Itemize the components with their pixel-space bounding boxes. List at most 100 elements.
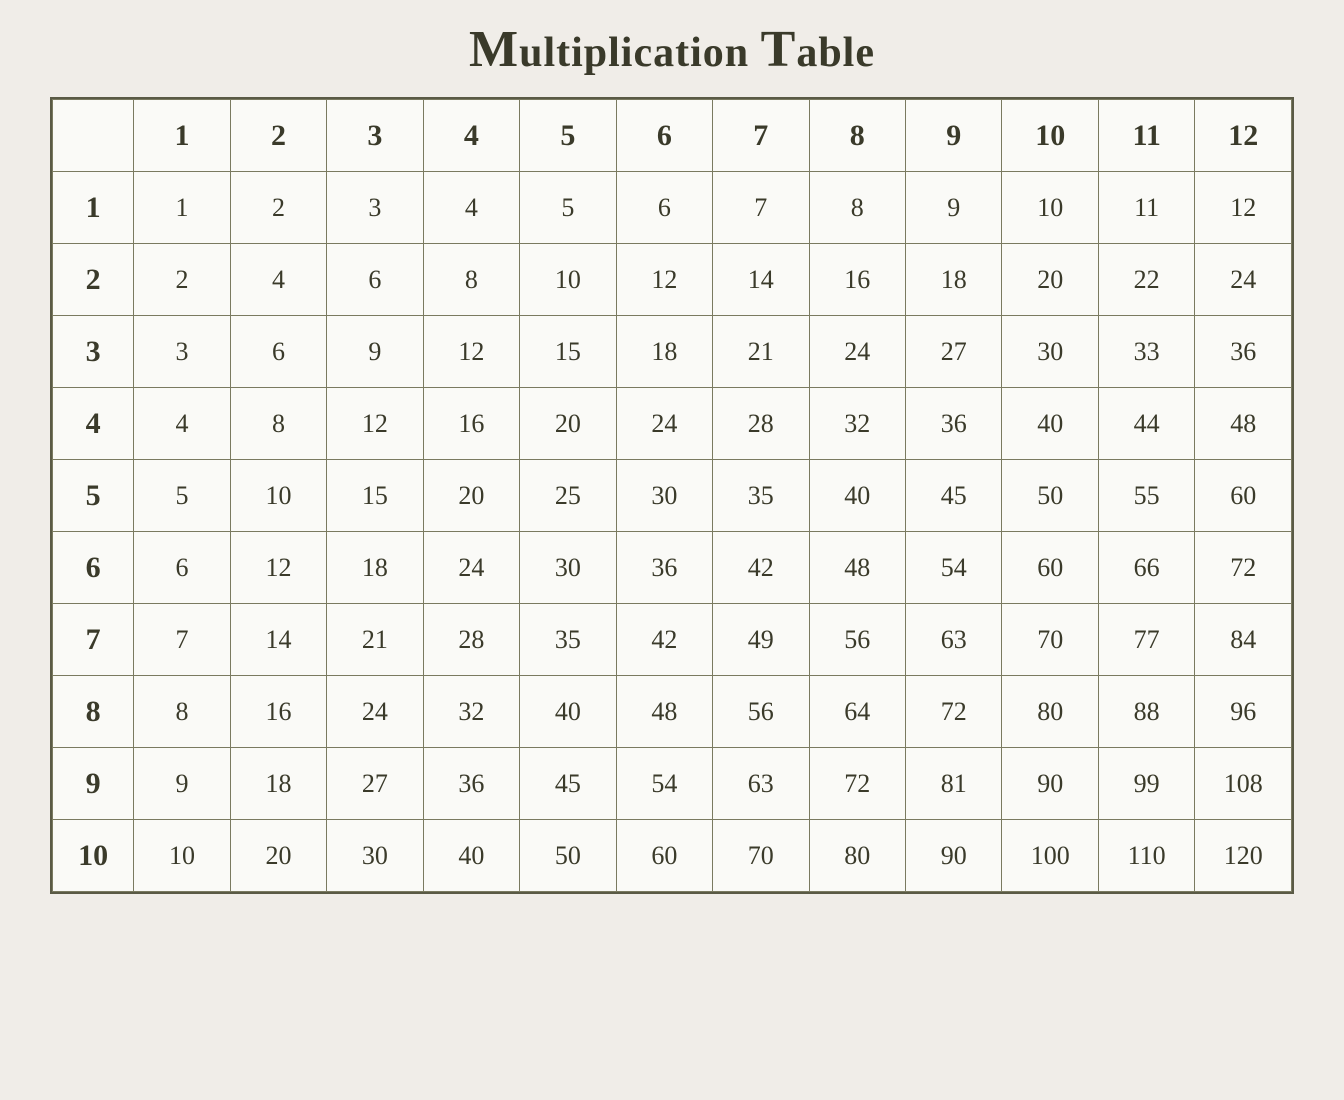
table-cell: 80 [1002,676,1098,748]
table-cell: 24 [327,676,423,748]
table-cell: 54 [905,532,1001,604]
table-cell: 9 [905,172,1001,244]
table-row: 3369121518212427303336 [53,316,1292,388]
table-cell: 1 [134,172,230,244]
table-cell: 12 [423,316,519,388]
table-cell: 5 [134,460,230,532]
table-cell: 4 [134,388,230,460]
table-cell: 40 [809,460,905,532]
table-cell: 15 [327,460,423,532]
row-header-3: 3 [53,316,134,388]
table-cell: 50 [1002,460,1098,532]
table-cell: 63 [713,748,809,820]
multiplication-table-wrapper: 1234567891011121123456789101112224681012… [50,97,1294,894]
col-header-9: 9 [905,100,1001,172]
table-cell: 6 [230,316,326,388]
table-cell: 20 [520,388,616,460]
table-cell: 16 [809,244,905,316]
table-cell: 18 [230,748,326,820]
col-header-8: 8 [809,100,905,172]
table-cell: 9 [134,748,230,820]
table-row: 10102030405060708090100110120 [53,820,1292,892]
table-cell: 10 [134,820,230,892]
table-cell: 36 [905,388,1001,460]
table-cell: 30 [616,460,712,532]
table-cell: 6 [616,172,712,244]
table-cell: 24 [423,532,519,604]
table-row: 881624324048566472808896 [53,676,1292,748]
col-header-3: 3 [327,100,423,172]
table-cell: 18 [905,244,1001,316]
table-row: 771421283542495663707784 [53,604,1292,676]
table-cell: 44 [1098,388,1194,460]
table-row: 44812162024283236404448 [53,388,1292,460]
table-cell: 35 [520,604,616,676]
col-header-5: 5 [520,100,616,172]
table-cell: 10 [1002,172,1098,244]
table-cell: 99 [1098,748,1194,820]
table-cell: 70 [1002,604,1098,676]
table-cell: 42 [713,532,809,604]
table-cell: 96 [1195,676,1292,748]
table-cell: 27 [905,316,1001,388]
row-header-7: 7 [53,604,134,676]
table-cell: 56 [713,676,809,748]
table-cell: 6 [327,244,423,316]
table-cell: 21 [327,604,423,676]
table-cell: 15 [520,316,616,388]
table-cell: 66 [1098,532,1194,604]
table-cell: 30 [1002,316,1098,388]
table-cell: 60 [1002,532,1098,604]
table-cell: 70 [713,820,809,892]
table-cell: 16 [423,388,519,460]
table-cell: 72 [905,676,1001,748]
table-cell: 48 [616,676,712,748]
table-cell: 28 [423,604,519,676]
table-cell: 60 [616,820,712,892]
table-cell: 84 [1195,604,1292,676]
table-cell: 72 [1195,532,1292,604]
table-cell: 22 [1098,244,1194,316]
table-cell: 9 [327,316,423,388]
table-cell: 20 [230,820,326,892]
table-cell: 24 [809,316,905,388]
table-cell: 90 [905,820,1001,892]
table-cell: 32 [423,676,519,748]
table-cell: 80 [809,820,905,892]
table-cell: 55 [1098,460,1194,532]
table-cell: 12 [327,388,423,460]
table-cell: 28 [713,388,809,460]
table-cell: 5 [520,172,616,244]
table-cell: 8 [230,388,326,460]
table-cell: 81 [905,748,1001,820]
col-header-2: 2 [230,100,326,172]
table-cell: 30 [327,820,423,892]
table-cell: 42 [616,604,712,676]
table-row: 661218243036424854606672 [53,532,1292,604]
col-header-10: 10 [1002,100,1098,172]
table-cell: 3 [327,172,423,244]
table-row: 9918273645546372819099108 [53,748,1292,820]
table-cell: 4 [423,172,519,244]
table-cell: 25 [520,460,616,532]
table-cell: 108 [1195,748,1292,820]
table-cell: 27 [327,748,423,820]
table-cell: 40 [423,820,519,892]
table-cell: 4 [230,244,326,316]
table-cell: 16 [230,676,326,748]
table-cell: 49 [713,604,809,676]
table-cell: 77 [1098,604,1194,676]
table-cell: 12 [1195,172,1292,244]
table-cell: 90 [1002,748,1098,820]
table-row: 1123456789101112 [53,172,1292,244]
table-cell: 72 [809,748,905,820]
table-cell: 36 [1195,316,1292,388]
table-row: 224681012141618202224 [53,244,1292,316]
table-cell: 45 [905,460,1001,532]
table-cell: 60 [1195,460,1292,532]
row-header-8: 8 [53,676,134,748]
table-cell: 18 [616,316,712,388]
table-cell: 56 [809,604,905,676]
table-cell: 54 [616,748,712,820]
table-cell: 33 [1098,316,1194,388]
